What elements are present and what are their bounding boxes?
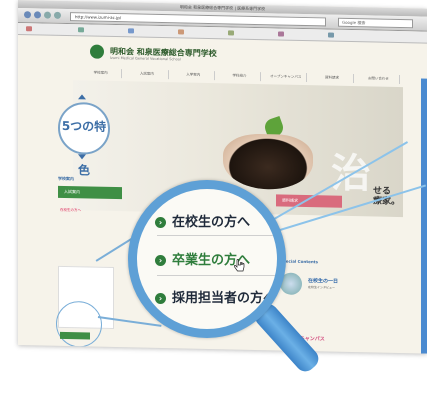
- search-input[interactable]: Google 検索: [338, 17, 413, 29]
- magnifier-lens: › 在校生の方へ › 卒業生の方へ › 採用担当者の方へ: [128, 180, 286, 338]
- nav-item[interactable]: お問い合わせ: [357, 74, 400, 85]
- bookmark-icon[interactable]: [178, 29, 184, 35]
- chevron-right-icon: ›: [155, 293, 166, 304]
- carousel-up-icon[interactable]: [78, 94, 86, 100]
- hand-cursor-icon: [233, 259, 245, 272]
- nav-item[interactable]: 資料請求: [311, 73, 354, 84]
- nav-item[interactable]: 入試案内: [126, 69, 169, 80]
- nav-item[interactable]: 学校案内: [80, 68, 123, 79]
- chevron-right-icon: ›: [155, 255, 166, 266]
- features-badge[interactable]: 5つの特色: [58, 101, 110, 178]
- home-icon[interactable]: [54, 11, 61, 19]
- bookmark-icon[interactable]: [278, 31, 284, 37]
- sidebar-green-button[interactable]: [60, 331, 90, 340]
- divider: [157, 275, 277, 276]
- zoom-source-circle: [56, 300, 102, 348]
- school-logo-icon[interactable]: [90, 44, 104, 59]
- magnified-link-recruiters[interactable]: › 採用担当者の方へ: [155, 287, 276, 306]
- magnified-link-current-students[interactable]: › 在校生の方へ: [155, 211, 250, 230]
- admissions-card[interactable]: 入試案内: [58, 185, 122, 200]
- bookmark-icon[interactable]: [78, 27, 84, 33]
- student-day-link[interactable]: 在校生の一日: [308, 277, 338, 285]
- magnified-link-label: 在校生の方へ: [172, 215, 251, 230]
- back-icon[interactable]: [24, 11, 31, 19]
- guide-heading: 学校案内: [58, 175, 74, 182]
- hands-soil-image: [223, 133, 313, 191]
- student-day-subtitle: 在校生インタビュー: [308, 285, 336, 290]
- forward-icon[interactable]: [34, 11, 41, 19]
- carousel-down-icon[interactable]: [78, 154, 86, 160]
- nav-item[interactable]: 学科紹介: [218, 71, 262, 82]
- reload-icon[interactable]: [44, 11, 51, 19]
- bookmark-icon[interactable]: [328, 32, 334, 38]
- magnified-link-label: 採用担当者の方へ: [172, 291, 277, 306]
- bookmark-icon[interactable]: [128, 28, 134, 34]
- bookmark-icon[interactable]: [228, 30, 234, 36]
- divider: [157, 235, 277, 236]
- nav-item[interactable]: 入学案内: [172, 70, 215, 81]
- chevron-right-icon: ›: [155, 217, 166, 228]
- hero-kanji: 治: [331, 141, 371, 200]
- mini-link[interactable]: 在校生の方へ: [60, 208, 81, 213]
- nav-item[interactable]: オープンキャンパス: [265, 72, 308, 83]
- bookmark-icon[interactable]: [26, 26, 32, 32]
- scrollbar[interactable]: [421, 78, 427, 354]
- school-name-english: Izumi Medical General Vocational School: [110, 55, 181, 62]
